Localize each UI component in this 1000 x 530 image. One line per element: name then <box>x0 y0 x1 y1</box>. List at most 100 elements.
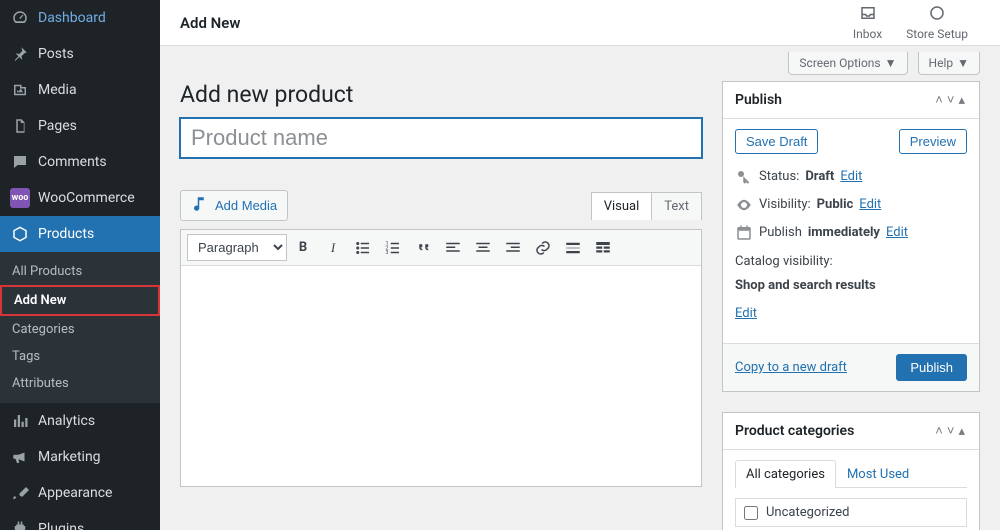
sidebar-item-posts[interactable]: Posts <box>0 36 160 72</box>
catalog-label: Catalog visibility: <box>735 253 833 271</box>
pin-icon <box>10 44 30 64</box>
align-right-button[interactable] <box>499 235 527 261</box>
add-media-label: Add Media <box>215 198 277 213</box>
chevron-up-icon[interactable]: ˄ <box>933 92 945 108</box>
inbox-button[interactable]: Inbox <box>841 4 894 41</box>
admin-sidebar: Dashboard Posts Media Pages Comments woo… <box>0 0 160 530</box>
align-left-button[interactable] <box>439 235 467 261</box>
sidebar-item-label: Plugins <box>38 521 84 530</box>
format-select[interactable]: Paragraph <box>187 234 287 261</box>
chevron-down-icon[interactable]: ˅ <box>945 423 957 439</box>
screen-options-toggle[interactable]: Screen Options ▼ <box>788 52 907 75</box>
sidebar-item-label: Posts <box>38 46 74 62</box>
status-label: Status: <box>759 168 799 186</box>
circle-icon <box>928 4 946 25</box>
publish-button[interactable]: Publish <box>896 354 967 381</box>
sidebar-item-label: Media <box>38 82 77 98</box>
subnav-attributes[interactable]: Attributes <box>0 370 160 397</box>
product-name-input[interactable] <box>180 118 702 158</box>
sidebar-item-analytics[interactable]: Analytics <box>0 403 160 439</box>
gauge-icon <box>10 8 30 28</box>
publish-title: Publish <box>735 92 933 108</box>
media-icon <box>10 80 30 100</box>
sidebar-item-media[interactable]: Media <box>0 72 160 108</box>
main-panel: Add New Inbox Store Setup Screen Options… <box>160 0 1000 530</box>
store-setup-label: Store Setup <box>906 27 968 41</box>
help-toggle[interactable]: Help ▼ <box>918 52 980 75</box>
store-setup-button[interactable]: Store Setup <box>894 4 980 41</box>
comment-icon <box>10 152 30 172</box>
category-item-uncategorized[interactable]: Uncategorized <box>735 498 967 527</box>
editor-tab-text[interactable]: Text <box>652 192 702 220</box>
publish-when-value: immediately <box>808 224 880 242</box>
visibility-value: Public <box>817 196 854 214</box>
meta-column: Publish ˄ ˅ ▴ Save Draft Preview Status: <box>722 81 980 510</box>
inbox-label: Inbox <box>853 27 882 41</box>
sidebar-item-dashboard[interactable]: Dashboard <box>0 0 160 36</box>
publish-when-prefix: Publish <box>759 224 802 242</box>
subnav-tags[interactable]: Tags <box>0 343 160 370</box>
sidebar-item-plugins[interactable]: Plugins <box>0 511 160 530</box>
calendar-icon <box>735 224 753 242</box>
woocommerce-icon: woo <box>10 188 30 208</box>
blockquote-button[interactable] <box>409 235 437 261</box>
sidebar-item-label: Analytics <box>38 413 95 429</box>
categories-metabox: Product categories ˄ ˅ ▴ All categories … <box>722 412 980 530</box>
category-checkbox[interactable] <box>744 506 758 520</box>
editor-canvas[interactable] <box>181 266 701 486</box>
chevron-up-icon[interactable]: ˄ <box>933 423 945 439</box>
subnav-all-products[interactable]: All Products <box>0 258 160 285</box>
sidebar-item-label: Marketing <box>38 449 101 465</box>
edit-status-link[interactable]: Edit <box>840 168 862 186</box>
sidebar-item-label: Dashboard <box>38 10 106 26</box>
edit-publish-date-link[interactable]: Edit <box>886 224 908 242</box>
link-button[interactable] <box>529 235 557 261</box>
bold-button[interactable]: B <box>289 235 317 261</box>
edit-visibility-link[interactable]: Edit <box>859 196 881 214</box>
category-label: Uncategorized <box>766 505 849 520</box>
brush-icon <box>10 483 30 503</box>
svg-text:3: 3 <box>386 250 389 256</box>
save-draft-button[interactable]: Save Draft <box>735 129 818 154</box>
chevron-down-icon[interactable]: ˅ <box>945 92 957 108</box>
eye-icon <box>735 196 753 214</box>
editor-column: Add new product Add Media Visual Text <box>180 81 702 510</box>
tab-most-used[interactable]: Most Used <box>836 460 920 488</box>
visibility-label: Visibility: <box>759 196 811 214</box>
sidebar-item-products[interactable]: Products <box>0 216 160 252</box>
subnav-add-new[interactable]: Add New <box>0 285 160 316</box>
status-value: Draft <box>805 168 834 186</box>
music-note-icon <box>191 195 209 216</box>
caret-down-icon: ▼ <box>885 56 897 70</box>
sidebar-item-woocommerce[interactable]: woo WooCommerce <box>0 180 160 216</box>
editor-tab-visual[interactable]: Visual <box>591 192 653 220</box>
align-center-button[interactable] <box>469 235 497 261</box>
products-subnav: All Products Add New Categories Tags Att… <box>0 252 160 403</box>
caret-up-icon[interactable]: ▴ <box>956 93 967 108</box>
numbered-list-button[interactable]: 123 <box>379 235 407 261</box>
sidebar-item-comments[interactable]: Comments <box>0 144 160 180</box>
italic-button[interactable]: I <box>319 235 347 261</box>
edit-catalog-link[interactable]: Edit <box>735 305 757 323</box>
subnav-categories[interactable]: Categories <box>0 316 160 343</box>
caret-up-icon[interactable]: ▴ <box>956 424 967 439</box>
sidebar-item-appearance[interactable]: Appearance <box>0 475 160 511</box>
bullet-list-button[interactable] <box>349 235 377 261</box>
topbar-title: Add New <box>180 14 240 32</box>
catalog-value: Shop and search results <box>735 277 876 295</box>
insert-more-button[interactable] <box>559 235 587 261</box>
sidebar-item-marketing[interactable]: Marketing <box>0 439 160 475</box>
copy-new-draft-link[interactable]: Copy to a new draft <box>735 360 847 375</box>
inbox-icon <box>859 4 877 25</box>
page-heading: Add new product <box>180 81 702 108</box>
add-media-button[interactable]: Add Media <box>180 190 288 221</box>
tab-all-categories[interactable]: All categories <box>735 460 836 488</box>
sidebar-item-pages[interactable]: Pages <box>0 108 160 144</box>
sidebar-item-label: WooCommerce <box>38 190 135 206</box>
sidebar-item-label: Pages <box>38 118 77 134</box>
preview-button[interactable]: Preview <box>899 129 967 154</box>
plug-icon <box>10 519 30 530</box>
box-icon <box>10 224 30 244</box>
sidebar-item-label: Products <box>38 226 94 242</box>
toolbar-toggle-button[interactable] <box>589 235 617 261</box>
